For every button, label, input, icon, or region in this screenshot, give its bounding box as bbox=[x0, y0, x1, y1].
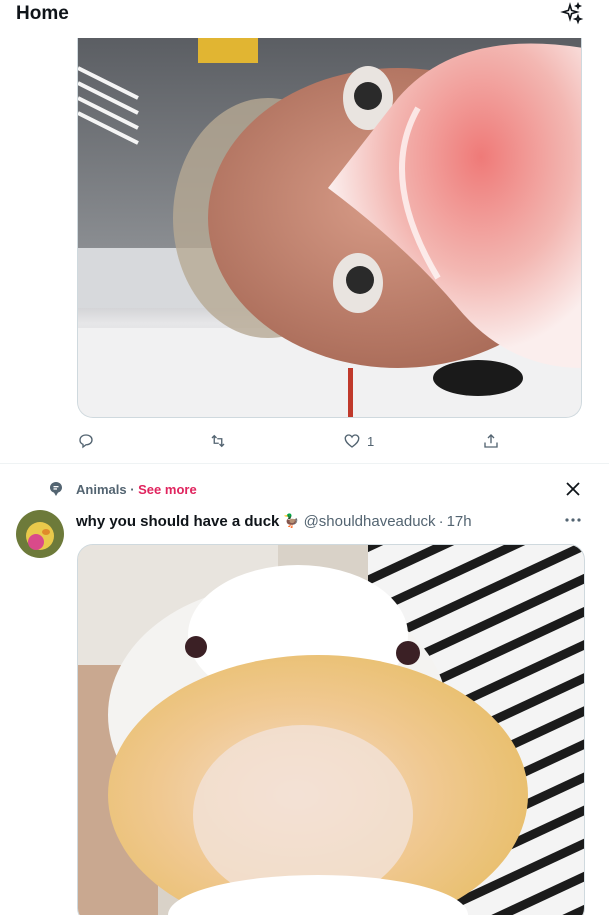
close-icon[interactable] bbox=[565, 481, 581, 497]
retweet-icon bbox=[211, 434, 225, 448]
like-count: 1 bbox=[367, 433, 375, 449]
topic-context: Animals · See more bbox=[0, 478, 609, 500]
timestamp[interactable]: 17h bbox=[447, 513, 472, 530]
reply-icon bbox=[79, 434, 93, 449]
tweet-media-duck[interactable] bbox=[77, 544, 585, 915]
avatar[interactable] bbox=[16, 510, 64, 558]
tweet-actions: 1 bbox=[0, 430, 609, 452]
retweet-button[interactable] bbox=[209, 430, 227, 452]
sparkle-icon[interactable] bbox=[560, 2, 584, 26]
dot-separator: · bbox=[438, 512, 444, 530]
tweet-divider bbox=[0, 463, 609, 464]
topic-separator: · bbox=[126, 482, 139, 497]
topic-icon bbox=[50, 482, 62, 496]
selfie-photo bbox=[78, 38, 581, 417]
display-name[interactable]: why you should have a duck bbox=[76, 513, 279, 530]
home-header: Home bbox=[0, 0, 609, 38]
tweet-header: why you should have a duck 🦆 @shouldhave… bbox=[76, 511, 472, 531]
topic-label-group: Animals · See more bbox=[76, 482, 197, 497]
share-icon bbox=[484, 434, 498, 448]
reply-button[interactable] bbox=[77, 430, 95, 452]
heart-icon bbox=[344, 434, 360, 448]
duck-photo bbox=[78, 545, 584, 915]
duck-emoji: 🦆 bbox=[283, 513, 300, 528]
page-title[interactable]: Home bbox=[16, 3, 69, 25]
see-more-link[interactable]: See more bbox=[138, 482, 197, 497]
duck-avatar-image bbox=[16, 510, 64, 558]
tweet-media-selfie[interactable] bbox=[77, 38, 582, 418]
user-handle[interactable]: @shouldhaveaduck bbox=[304, 513, 436, 530]
like-button[interactable]: 1 bbox=[343, 430, 374, 452]
topic-label[interactable]: Animals bbox=[76, 482, 127, 497]
share-button[interactable] bbox=[482, 430, 500, 452]
more-options-icon[interactable] bbox=[563, 510, 583, 530]
